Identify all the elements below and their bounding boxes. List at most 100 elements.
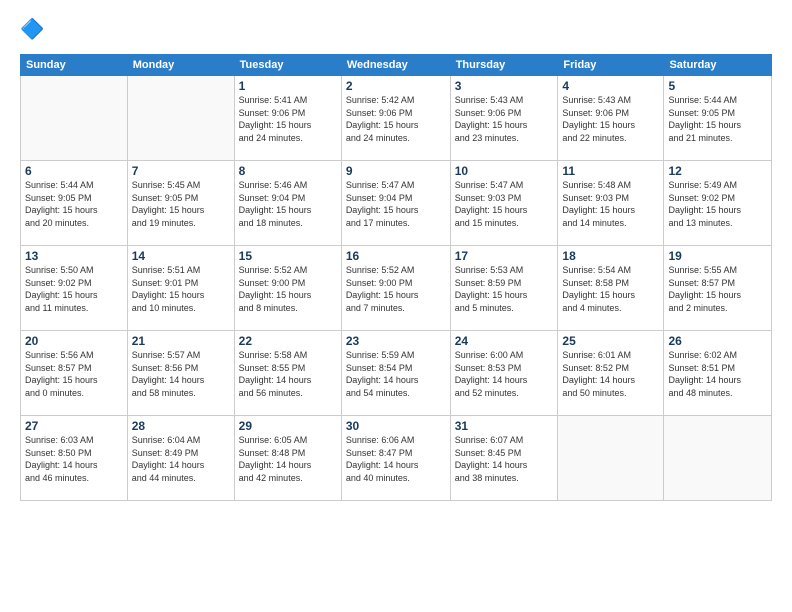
calendar-cell: 5Sunrise: 5:44 AM Sunset: 9:05 PM Daylig… [664,76,772,161]
day-info: Sunrise: 5:53 AM Sunset: 8:59 PM Dayligh… [455,264,554,314]
day-number: 16 [346,249,446,263]
calendar-cell: 12Sunrise: 5:49 AM Sunset: 9:02 PM Dayli… [664,161,772,246]
day-number: 9 [346,164,446,178]
day-number: 27 [25,419,123,433]
calendar-week-1: 1Sunrise: 5:41 AM Sunset: 9:06 PM Daylig… [21,76,772,161]
calendar-cell: 26Sunrise: 6:02 AM Sunset: 8:51 PM Dayli… [664,331,772,416]
calendar-cell: 9Sunrise: 5:47 AM Sunset: 9:04 PM Daylig… [341,161,450,246]
day-info: Sunrise: 5:41 AM Sunset: 9:06 PM Dayligh… [239,94,337,144]
calendar-cell: 30Sunrise: 6:06 AM Sunset: 8:47 PM Dayli… [341,416,450,501]
calendar-header-saturday: Saturday [664,55,772,76]
calendar-cell: 15Sunrise: 5:52 AM Sunset: 9:00 PM Dayli… [234,246,341,331]
day-info: Sunrise: 5:56 AM Sunset: 8:57 PM Dayligh… [25,349,123,399]
calendar-cell: 18Sunrise: 5:54 AM Sunset: 8:58 PM Dayli… [558,246,664,331]
svg-text:🔷: 🔷 [20,18,44,41]
day-info: Sunrise: 5:47 AM Sunset: 9:03 PM Dayligh… [455,179,554,229]
calendar-cell: 27Sunrise: 6:03 AM Sunset: 8:50 PM Dayli… [21,416,128,501]
day-number: 6 [25,164,123,178]
day-info: Sunrise: 5:52 AM Sunset: 9:00 PM Dayligh… [239,264,337,314]
day-info: Sunrise: 6:07 AM Sunset: 8:45 PM Dayligh… [455,434,554,484]
day-info: Sunrise: 5:58 AM Sunset: 8:55 PM Dayligh… [239,349,337,399]
calendar-header-sunday: Sunday [21,55,128,76]
day-number: 10 [455,164,554,178]
day-number: 14 [132,249,230,263]
calendar-cell: 6Sunrise: 5:44 AM Sunset: 9:05 PM Daylig… [21,161,128,246]
calendar-header-wednesday: Wednesday [341,55,450,76]
calendar-cell [21,76,128,161]
day-number: 26 [668,334,767,348]
day-info: Sunrise: 5:59 AM Sunset: 8:54 PM Dayligh… [346,349,446,399]
day-info: Sunrise: 5:49 AM Sunset: 9:02 PM Dayligh… [668,179,767,229]
calendar-header-row: SundayMondayTuesdayWednesdayThursdayFrid… [21,55,772,76]
day-number: 5 [668,79,767,93]
day-number: 19 [668,249,767,263]
calendar-cell [558,416,664,501]
calendar-week-2: 6Sunrise: 5:44 AM Sunset: 9:05 PM Daylig… [21,161,772,246]
day-number: 4 [562,79,659,93]
calendar-week-5: 27Sunrise: 6:03 AM Sunset: 8:50 PM Dayli… [21,416,772,501]
calendar-cell: 4Sunrise: 5:43 AM Sunset: 9:06 PM Daylig… [558,76,664,161]
day-number: 20 [25,334,123,348]
calendar-cell: 2Sunrise: 5:42 AM Sunset: 9:06 PM Daylig… [341,76,450,161]
calendar-cell: 1Sunrise: 5:41 AM Sunset: 9:06 PM Daylig… [234,76,341,161]
day-info: Sunrise: 5:44 AM Sunset: 9:05 PM Dayligh… [25,179,123,229]
day-info: Sunrise: 5:45 AM Sunset: 9:05 PM Dayligh… [132,179,230,229]
day-info: Sunrise: 5:47 AM Sunset: 9:04 PM Dayligh… [346,179,446,229]
day-info: Sunrise: 6:06 AM Sunset: 8:47 PM Dayligh… [346,434,446,484]
day-info: Sunrise: 5:42 AM Sunset: 9:06 PM Dayligh… [346,94,446,144]
calendar-cell: 25Sunrise: 6:01 AM Sunset: 8:52 PM Dayli… [558,331,664,416]
day-info: Sunrise: 5:43 AM Sunset: 9:06 PM Dayligh… [562,94,659,144]
calendar-header-thursday: Thursday [450,55,558,76]
logo: 🔷 [20,16,52,44]
day-info: Sunrise: 5:54 AM Sunset: 8:58 PM Dayligh… [562,264,659,314]
day-number: 12 [668,164,767,178]
day-number: 17 [455,249,554,263]
day-number: 11 [562,164,659,178]
day-number: 28 [132,419,230,433]
day-number: 13 [25,249,123,263]
day-number: 7 [132,164,230,178]
calendar-week-3: 13Sunrise: 5:50 AM Sunset: 9:02 PM Dayli… [21,246,772,331]
calendar-header-monday: Monday [127,55,234,76]
day-info: Sunrise: 5:46 AM Sunset: 9:04 PM Dayligh… [239,179,337,229]
day-number: 1 [239,79,337,93]
calendar-cell: 31Sunrise: 6:07 AM Sunset: 8:45 PM Dayli… [450,416,558,501]
day-number: 3 [455,79,554,93]
calendar-cell: 23Sunrise: 5:59 AM Sunset: 8:54 PM Dayli… [341,331,450,416]
day-info: Sunrise: 5:51 AM Sunset: 9:01 PM Dayligh… [132,264,230,314]
day-number: 8 [239,164,337,178]
day-info: Sunrise: 5:55 AM Sunset: 8:57 PM Dayligh… [668,264,767,314]
calendar-week-4: 20Sunrise: 5:56 AM Sunset: 8:57 PM Dayli… [21,331,772,416]
calendar-cell: 13Sunrise: 5:50 AM Sunset: 9:02 PM Dayli… [21,246,128,331]
day-info: Sunrise: 5:43 AM Sunset: 9:06 PM Dayligh… [455,94,554,144]
day-info: Sunrise: 5:48 AM Sunset: 9:03 PM Dayligh… [562,179,659,229]
calendar-cell [127,76,234,161]
calendar-cell: 10Sunrise: 5:47 AM Sunset: 9:03 PM Dayli… [450,161,558,246]
calendar-header-friday: Friday [558,55,664,76]
calendar-cell: 14Sunrise: 5:51 AM Sunset: 9:01 PM Dayli… [127,246,234,331]
calendar-cell: 21Sunrise: 5:57 AM Sunset: 8:56 PM Dayli… [127,331,234,416]
calendar-cell: 29Sunrise: 6:05 AM Sunset: 8:48 PM Dayli… [234,416,341,501]
calendar-cell: 8Sunrise: 5:46 AM Sunset: 9:04 PM Daylig… [234,161,341,246]
day-info: Sunrise: 6:04 AM Sunset: 8:49 PM Dayligh… [132,434,230,484]
day-number: 22 [239,334,337,348]
day-info: Sunrise: 5:57 AM Sunset: 8:56 PM Dayligh… [132,349,230,399]
calendar-cell: 20Sunrise: 5:56 AM Sunset: 8:57 PM Dayli… [21,331,128,416]
day-info: Sunrise: 6:00 AM Sunset: 8:53 PM Dayligh… [455,349,554,399]
day-info: Sunrise: 5:52 AM Sunset: 9:00 PM Dayligh… [346,264,446,314]
day-info: Sunrise: 6:02 AM Sunset: 8:51 PM Dayligh… [668,349,767,399]
day-number: 31 [455,419,554,433]
day-info: Sunrise: 6:05 AM Sunset: 8:48 PM Dayligh… [239,434,337,484]
day-number: 18 [562,249,659,263]
calendar-cell: 7Sunrise: 5:45 AM Sunset: 9:05 PM Daylig… [127,161,234,246]
day-number: 24 [455,334,554,348]
day-info: Sunrise: 5:50 AM Sunset: 9:02 PM Dayligh… [25,264,123,314]
calendar-cell: 3Sunrise: 5:43 AM Sunset: 9:06 PM Daylig… [450,76,558,161]
calendar-cell [664,416,772,501]
day-info: Sunrise: 6:03 AM Sunset: 8:50 PM Dayligh… [25,434,123,484]
calendar-cell: 28Sunrise: 6:04 AM Sunset: 8:49 PM Dayli… [127,416,234,501]
calendar-cell: 24Sunrise: 6:00 AM Sunset: 8:53 PM Dayli… [450,331,558,416]
day-number: 25 [562,334,659,348]
calendar-cell: 16Sunrise: 5:52 AM Sunset: 9:00 PM Dayli… [341,246,450,331]
calendar-header-tuesday: Tuesday [234,55,341,76]
